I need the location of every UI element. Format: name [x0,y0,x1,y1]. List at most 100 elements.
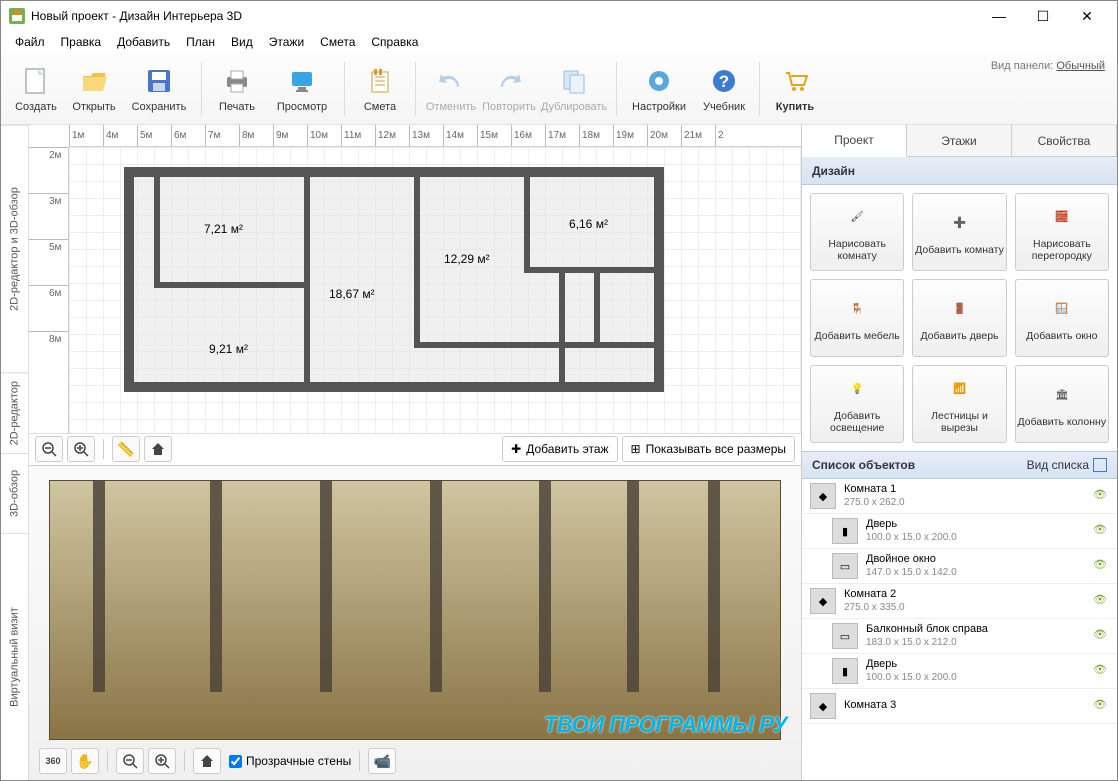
notepad-icon [364,65,396,97]
visibility-icon[interactable]: 👁 [1093,523,1109,539]
tool-icon: 🪑 [842,294,872,324]
menu-edit[interactable]: Правка [53,33,110,51]
show-dimensions-button[interactable]: ⊞Показывать все размеры [622,436,795,462]
zoom-out-3d-button[interactable] [116,748,144,774]
redo-icon [493,65,525,97]
gear-icon [643,65,675,97]
zoom-in-3d-button[interactable] [148,748,176,774]
open-button[interactable]: Открыть [65,57,123,121]
zoom-out-button[interactable] [35,436,63,462]
estimate-button[interactable]: Смета [351,57,409,121]
design-tool-0[interactable]: 🖌Нарисовать комнату [810,193,904,271]
tool-icon: 🧱 [1047,202,1077,232]
tool-icon: ➕ [944,208,974,238]
tab-project[interactable]: Проект [802,125,907,157]
object-row[interactable]: ◆Комната 2275.0 x 335.0👁 [802,584,1117,619]
left-tabs: 2D-редактор и 3D-обзор 2D-редактор 3D-об… [1,125,29,780]
design-tool-7[interactable]: 📶Лестницы и вырезы [912,365,1006,443]
object-row[interactable]: ▮Дверь100.0 x 15.0 x 200.0👁 [802,514,1117,549]
window-icon: ▭ [832,623,858,649]
undo-button[interactable]: Отменить [422,57,480,121]
design-tool-3[interactable]: 🪑Добавить мебель [810,279,904,357]
layers-icon: ✚ [511,442,521,456]
object-row[interactable]: ▭Балконный блок справа183.0 x 15.0 x 212… [802,619,1117,654]
design-tool-5[interactable]: 🪟Добавить окно [1015,279,1109,357]
menu-file[interactable]: Файл [7,33,53,51]
window-title: Новый проект - Дизайн Интерьера 3D [31,9,977,23]
redo-button[interactable]: Повторить [480,57,538,121]
toolbar: Вид панели: Обычный Создать Открыть Сохр… [1,53,1117,125]
model-3d [49,480,781,740]
visibility-icon[interactable]: 👁 [1093,628,1109,644]
add-floor-button[interactable]: ✚Добавить этаж [502,436,617,462]
rotate-360-button[interactable]: 360 [39,748,67,774]
list-view-icon[interactable] [1093,458,1107,472]
design-tools-grid: 🖌Нарисовать комнату➕Добавить комнату🧱Нар… [802,185,1117,451]
design-tool-2[interactable]: 🧱Нарисовать перегородку [1015,193,1109,271]
print-button[interactable]: Печать [208,57,266,121]
tab-2d[interactable]: 2D-редактор [1,372,28,453]
pan-button[interactable]: ✋ [71,748,99,774]
preview-button[interactable]: Просмотр [266,57,338,121]
door-icon: ▮ [832,658,858,684]
object-row[interactable]: ◆Комната 3👁 [802,689,1117,724]
tab-2d-3d[interactable]: 2D-редактор и 3D-обзор [1,125,28,372]
tab-virtual[interactable]: Виртуальный визит [1,533,28,780]
plan-toolbar: 📏 ✚Добавить этаж ⊞Показывать все размеры [29,433,801,465]
objects-list: ◆Комната 1275.0 x 262.0👁▮Дверь100.0 x 15… [802,479,1117,780]
settings-button[interactable]: Настройки [623,57,695,121]
app-icon [9,8,25,24]
help-icon: ? [708,65,740,97]
menu-floors[interactable]: Этажи [261,33,312,51]
monitor-icon [286,65,318,97]
room-area-label: 12,29 м² [444,252,490,266]
room-area-label: 6,16 м² [569,217,608,231]
panel-mode-link[interactable]: Обычный [1056,60,1105,72]
save-button[interactable]: Сохранить [123,57,195,121]
duplicate-button[interactable]: Дублировать [538,57,610,121]
view-3d-toolbar: 360 ✋ Прозрачные стены 📹 [29,742,801,780]
right-panel: Проект Этажи Свойства Дизайн 🖌Нарисовать… [801,125,1117,780]
maximize-button[interactable]: ☐ [1021,1,1065,31]
minimize-button[interactable]: — [977,1,1021,31]
tutorial-button[interactable]: ?Учебник [695,57,753,121]
visibility-icon[interactable]: 👁 [1093,558,1109,574]
menu-help[interactable]: Справка [363,33,426,51]
design-tool-8[interactable]: 🏛Добавить колонну [1015,365,1109,443]
visibility-icon[interactable]: 👁 [1093,663,1109,679]
menu-plan[interactable]: План [178,33,223,51]
view-3d[interactable]: 360 ✋ Прозрачные стены 📹 ТВОИ ПРОГРАММЫ … [29,466,801,780]
panel-mode: Вид панели: Обычный [991,60,1105,72]
buy-button[interactable]: Купить [766,57,824,121]
home-3d-button[interactable] [193,748,221,774]
object-row[interactable]: ▮Дверь100.0 x 15.0 x 200.0👁 [802,654,1117,689]
design-tool-1[interactable]: ➕Добавить комнату [912,193,1006,271]
plan-view-2d[interactable]: 1м4м5м6м7м8м9м10м11м12м13м14м15м16м17м18… [29,125,801,466]
ruler-horizontal: 1м4м5м6м7м8м9м10м11м12м13м14м15м16м17м18… [69,125,801,147]
visibility-icon[interactable]: 👁 [1093,593,1109,609]
close-button[interactable]: ✕ [1065,1,1109,31]
tab-floors[interactable]: Этажи [907,125,1012,156]
visibility-icon[interactable]: 👁 [1093,488,1109,504]
home-button[interactable] [144,436,172,462]
menu-estimate[interactable]: Смета [312,33,363,51]
menu-add[interactable]: Добавить [109,33,178,51]
undo-icon [435,65,467,97]
visibility-icon[interactable]: 👁 [1093,698,1109,714]
plan-canvas[interactable]: 7,21 м²18,67 м²12,29 м²6,16 м²9,21 м² [69,147,801,433]
tool-icon: 💡 [842,374,872,404]
measure-button[interactable]: 📏 [112,436,140,462]
create-button[interactable]: Создать [7,57,65,121]
transparent-walls-toggle[interactable]: Прозрачные стены [229,754,351,768]
menu-view[interactable]: Вид [223,33,261,51]
object-row[interactable]: ◆Комната 1275.0 x 262.0👁 [802,479,1117,514]
design-tool-4[interactable]: 🚪Добавить дверь [912,279,1006,357]
tab-properties[interactable]: Свойства [1012,125,1117,156]
camera-button[interactable]: 📹 [368,748,396,774]
object-row[interactable]: ▭Двойное окно147.0 x 15.0 x 142.0👁 [802,549,1117,584]
room-icon: ◆ [810,588,836,614]
design-tool-6[interactable]: 💡Добавить освещение [810,365,904,443]
zoom-in-button[interactable] [67,436,95,462]
tab-3d[interactable]: 3D-обзор [1,453,28,533]
save-icon [143,65,175,97]
